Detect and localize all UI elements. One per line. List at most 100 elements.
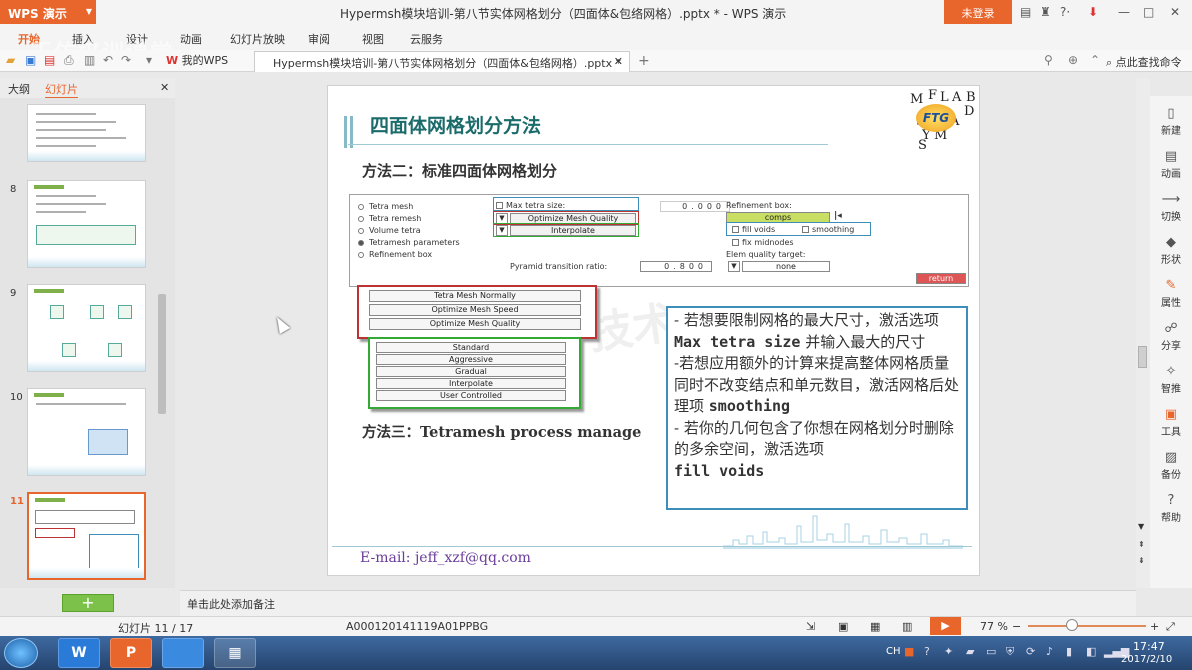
command-search[interactable]: ⌕ 点此查找命令 (1106, 54, 1182, 70)
radio-refinement-box: Refinement box (358, 250, 432, 259)
properties-icon: ✎ (1165, 278, 1177, 293)
export-pdf-icon[interactable]: ▤ (44, 53, 55, 67)
fit-window-icon[interactable]: ⤢ (1166, 620, 1175, 634)
thumbnail-scrollbar[interactable] (156, 104, 168, 584)
pin-icon[interactable]: ⚲ (1044, 53, 1053, 67)
tab-document[interactable]: Hypermsh模块培训-第八节实体网格划分（四面体&包络网格）.pptx * ✕ (254, 51, 630, 72)
input-language[interactable]: CH (886, 646, 901, 657)
notes-toggle-icon[interactable]: ⇲ (806, 620, 815, 633)
minimize-icon[interactable]: — (1118, 5, 1130, 19)
new-tab-button[interactable]: + (638, 53, 650, 69)
skin-icon[interactable]: ▤ (1020, 5, 1031, 19)
tab-my-wps[interactable]: W 我的WPS (166, 52, 228, 70)
wps-tray-icon[interactable]: ■ (904, 645, 914, 658)
properties-button[interactable]: ✎ 属性 (1150, 278, 1192, 309)
slide-number: 11 (10, 496, 24, 507)
prev-slide-icon[interactable]: ⇞ (1138, 540, 1145, 549)
clock-time[interactable]: 17:47 (1133, 640, 1165, 653)
print-icon[interactable]: ⎙ (64, 53, 74, 68)
ime-help-icon[interactable]: ? (924, 645, 930, 658)
collapse-ribbon-icon[interactable]: ⌃ (1090, 53, 1100, 67)
tab-slides[interactable]: 幻灯片 (45, 81, 78, 99)
share-button[interactable]: ☍ 分享 (1150, 321, 1192, 352)
sorter-view-icon[interactable]: ▦ (870, 620, 880, 633)
scroll-down-icon[interactable]: ▼ (1138, 522, 1144, 531)
sync-tray-icon[interactable]: ⟳ (1026, 645, 1035, 658)
reading-view-icon[interactable]: ▥ (902, 620, 912, 633)
slide-thumbnail-8[interactable] (27, 180, 146, 268)
transition-button[interactable]: ⟶ 切换 (1150, 192, 1192, 223)
scroll-thumb[interactable] (1138, 346, 1147, 368)
add-slide-button[interactable]: + (62, 594, 114, 612)
close-left-panel-icon[interactable]: ✕ (160, 81, 169, 94)
zoom-slider-knob[interactable] (1066, 619, 1078, 631)
maximize-icon[interactable]: □ (1143, 5, 1154, 19)
undo-icon[interactable]: ↶ (103, 53, 113, 67)
menu-item-animation[interactable]: 动画 (180, 31, 202, 47)
next-slide-icon[interactable]: ⇟ (1138, 556, 1145, 565)
backup-icon: ▨ (1164, 450, 1178, 465)
method-three-heading: 方法三：Tetramesh process manage (362, 424, 642, 441)
start-button[interactable] (4, 638, 38, 668)
download-icon[interactable]: ⬇ (1088, 5, 1098, 19)
zoom-out-icon[interactable]: − (1012, 620, 1021, 633)
slide-thumbnail-11[interactable] (27, 492, 146, 580)
login-button[interactable]: 未登录 (944, 0, 1012, 24)
shirt-icon[interactable]: ♜ (1040, 5, 1051, 19)
taskbar-wps-writer[interactable]: W (58, 638, 100, 668)
slide-thumbnail-9[interactable] (27, 284, 146, 372)
menu-bar (0, 26, 1192, 50)
taskbar-browser[interactable] (162, 638, 204, 668)
selection-arrow-icon: |◂ (834, 211, 842, 221)
new-button[interactable]: ▯ 新建 (1150, 106, 1192, 137)
new-file-icon: ▯ (1167, 106, 1175, 121)
chat-tray-icon[interactable]: ◧ (1086, 645, 1096, 658)
security-tray-icon[interactable]: ⛨ (1006, 645, 1014, 659)
highlight-interpolate (493, 223, 639, 237)
redo-icon[interactable]: ↷ (121, 53, 131, 67)
taskbar-hypermesh[interactable]: ▦ (214, 638, 256, 668)
battery-tray-icon[interactable]: ▮ (1066, 645, 1072, 658)
wps-app-menu-button[interactable]: WPS 演示 ▼ (0, 0, 96, 24)
menu-item-view[interactable]: 视图 (362, 31, 384, 47)
close-tab-icon[interactable]: ✕ (614, 55, 623, 68)
slide-thumbnail-10[interactable] (27, 388, 146, 476)
menu-item-slideshow[interactable]: 幻灯片放映 (230, 31, 285, 47)
current-slide[interactable]: 四面体网格划分方法 M F L A B A D S Y M S FTG 方法二：… (327, 85, 980, 576)
notes-placeholder[interactable]: 单击此处添加备注 (187, 596, 275, 612)
zoom-slider-track[interactable] (1028, 625, 1146, 627)
help-button[interactable]: ? 帮助 (1150, 493, 1192, 524)
menu-item-cloud[interactable]: 云服务 (410, 31, 443, 47)
normal-view-icon[interactable]: ▣ (838, 620, 848, 633)
smart-push-button[interactable]: ✧ 智推 (1150, 364, 1192, 395)
canvas-scrollbar[interactable]: ▼ ⇞ ⇟ (1136, 78, 1150, 588)
help-icon[interactable]: ?· (1060, 5, 1070, 19)
backup-button[interactable]: ▨ 备份 (1150, 450, 1192, 481)
open-folder-icon[interactable]: ▰ (6, 53, 15, 67)
slide-thumbnail-7[interactable] (27, 104, 146, 162)
zoom-level[interactable]: 77 % (980, 620, 1008, 633)
network-tray-icon[interactable]: ▰ (966, 645, 974, 658)
menu-item-review[interactable]: 审阅 (308, 31, 330, 47)
play-slideshow-button[interactable]: ▶ (930, 617, 961, 635)
zoom-in-icon[interactable]: + (1150, 620, 1159, 633)
menu-option: User Controlled (376, 390, 566, 401)
shape-button[interactable]: ◆ 形状 (1150, 235, 1192, 266)
volume-tray-icon[interactable]: ♪ (1046, 645, 1053, 658)
close-icon[interactable]: ✕ (1170, 5, 1180, 19)
tab-outline[interactable]: 大纲 (8, 81, 30, 97)
zoom-icon[interactable]: ⊕ (1068, 53, 1078, 67)
taskbar-wps-presentation[interactable]: P (110, 638, 152, 668)
customize-dropdown-icon[interactable]: ▾ (146, 53, 152, 67)
tetramesh-panel-screenshot: Tetra mesh Tetra remesh Volume tetra Tet… (349, 194, 969, 287)
preview-icon[interactable]: ▥ (84, 53, 95, 67)
tools-button[interactable]: ▣ 工具 (1150, 407, 1192, 438)
slide-thumbnails: 8 9 10 11 (0, 98, 175, 588)
pyramid-label: Pyramid transition ratio: (510, 262, 608, 271)
clock-date[interactable]: 2017/2/10 (1121, 654, 1172, 665)
settings-tray-icon[interactable]: ✦ (944, 645, 953, 658)
animation-button[interactable]: ▤ 动画 (1150, 149, 1192, 180)
notes-area[interactable] (180, 590, 1136, 616)
save-icon[interactable]: ▣ (25, 53, 36, 67)
display-tray-icon[interactable]: ▭ (986, 645, 996, 658)
